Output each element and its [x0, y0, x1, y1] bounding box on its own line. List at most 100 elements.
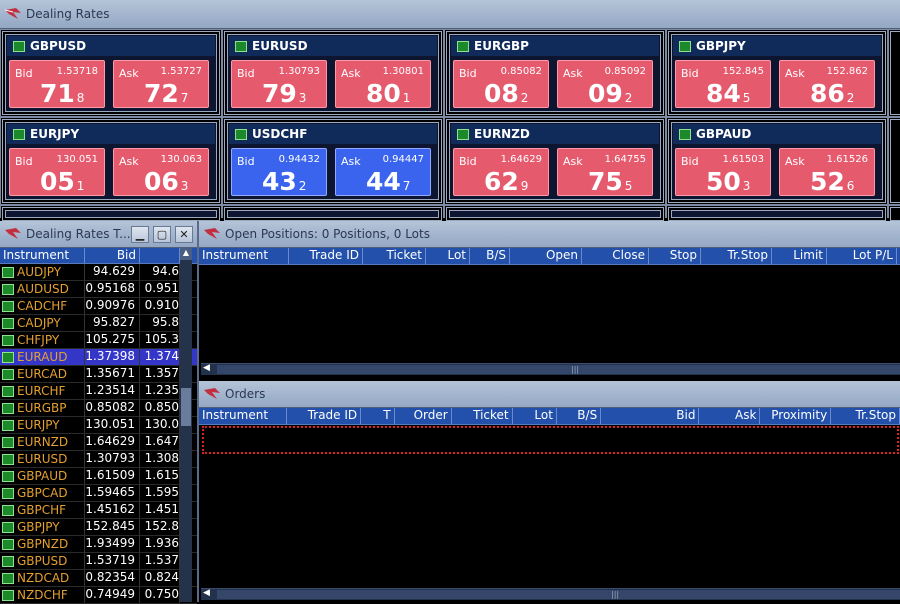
col-ask[interactable]: [140, 248, 180, 263]
column-header[interactable]: Instrument: [199, 408, 288, 424]
close-button[interactable]: ✕: [175, 225, 193, 243]
table-row[interactable]: GBPUSD 1.53719 1.537: [0, 553, 197, 570]
table-row[interactable]: AUDJPY 94.629 94.6: [0, 264, 197, 281]
ask-button[interactable]: Ask 0.85092 09 2: [557, 60, 653, 108]
column-header[interactable]: B/S: [470, 248, 510, 264]
rate-tile[interactable]: EURUSD Bid 1.30793 79 3 Ask 1.30801 80 1: [223, 30, 443, 116]
col-instrument[interactable]: Instrument: [0, 248, 85, 263]
table-row[interactable]: EURJPY 130.051 130.0: [0, 417, 197, 434]
bid-pips-small: 3: [742, 179, 751, 193]
bid-button[interactable]: Bid 1.61503 50 3: [675, 148, 771, 196]
dealing-rates-titlebar[interactable]: Dealing Rates: [0, 0, 900, 29]
column-header[interactable]: Instrument: [199, 248, 289, 264]
ask-button[interactable]: Ask 1.53727 72 7: [113, 60, 209, 108]
dealing-rates-window: Dealing Rates GBPUSD Bid 1.53718 71 8 Ask…: [0, 0, 900, 222]
rates-table-titlebar[interactable]: Dealing Rates T... ▁ ▢ ✕: [0, 221, 197, 248]
ask-button[interactable]: Ask 1.30801 80 1: [335, 60, 431, 108]
table-row[interactable]: EURNZD 1.64629 1.647: [0, 434, 197, 451]
table-row[interactable]: GBPJPY 152.845 152.8: [0, 519, 197, 536]
column-header[interactable]: T: [361, 408, 395, 424]
orders-titlebar[interactable]: Orders: [199, 381, 900, 408]
rate-tile[interactable]: EURGBP Bid 0.85082 08 2 Ask 0.85092 09 2: [445, 30, 665, 116]
rate-tile[interactable]: USDCHF Bid 0.94432 43 2 Ask 0.94447 44 7: [223, 118, 443, 204]
instrument-name: EURNZD: [17, 435, 69, 449]
bid-button[interactable]: Bid 1.53718 71 8: [9, 60, 105, 108]
instrument-flag-icon: [679, 40, 691, 52]
column-header[interactable]: Ticket: [363, 248, 426, 264]
bid-button[interactable]: Bid 0.85082 08 2: [453, 60, 549, 108]
open-positions-titlebar[interactable]: Open Positions: 0 Positions, 0 Lots: [199, 221, 900, 248]
bid-button[interactable]: Bid 0.94432 43 2: [231, 148, 327, 196]
bid-button[interactable]: Bid 1.30793 79 3: [231, 60, 327, 108]
table-row[interactable]: CHFJPY 105.275 105.3: [0, 332, 197, 349]
scroll-thumb[interactable]: [217, 365, 900, 374]
column-header[interactable]: Ticket: [452, 408, 513, 424]
table-row[interactable]: EURUSD 1.30793 1.308: [0, 451, 197, 468]
table-row[interactable]: EURCHF 1.23514 1.235: [0, 383, 197, 400]
rate-tile[interactable]: GBPJPY Bid 152.845 84 5 Ask 152.862 86 2: [667, 30, 887, 116]
ask-pips: 09 2: [588, 81, 632, 111]
ask-button[interactable]: Ask 0.94447 44 7: [335, 148, 431, 196]
scroll-left-icon[interactable]: ◀: [203, 588, 210, 598]
column-header[interactable]: B/S: [557, 408, 602, 424]
rate-tile[interactable]: GBPUSD Bid 1.53718 71 8 Ask 1.53727 72 7: [1, 30, 221, 116]
ask-button[interactable]: Ask 1.61526 52 6: [779, 148, 875, 196]
column-header[interactable]: Trade ID: [287, 408, 362, 424]
ask-cell: 1.537: [140, 553, 180, 569]
column-header[interactable]: Tr.Stop: [701, 248, 772, 264]
column-header[interactable]: Close: [582, 248, 649, 264]
column-header[interactable]: Lot: [513, 408, 557, 424]
ask-pips-small: 7: [180, 91, 189, 105]
column-header[interactable]: Open: [510, 248, 582, 264]
table-row[interactable]: GBPCHF 1.45162 1.451: [0, 502, 197, 519]
vertical-scrollbar[interactable]: ▲: [180, 248, 192, 602]
table-row[interactable]: NZDCAD 0.82354 0.824: [0, 570, 197, 587]
rate-tile[interactable]: EURJPY Bid 130.051 05 1 Ask 130.063 06 3: [1, 118, 221, 204]
ask-button[interactable]: Ask 1.64755 75 5: [557, 148, 653, 196]
table-row[interactable]: AUDUSD 0.95168 0.951: [0, 281, 197, 298]
column-header[interactable]: Bid: [601, 408, 700, 424]
rate-tile[interactable]: GBPAUD Bid 1.61503 50 3 Ask 1.61526 52 6: [667, 118, 887, 204]
minimize-button[interactable]: ▁: [131, 225, 149, 243]
table-row[interactable]: EURAUD 1.37398 1.374: [0, 349, 197, 366]
ask-button[interactable]: Ask 152.862 86 2: [779, 60, 875, 108]
column-header[interactable]: Order: [395, 408, 452, 424]
rates-table-body: AUDJPY 94.629 94.6 AUDUSD 0.95168 0.951 CADCHF…: [0, 264, 197, 604]
scroll-left-icon[interactable]: ◀: [203, 363, 210, 373]
table-row[interactable]: EURGBP 0.85082 0.850: [0, 400, 197, 417]
table-row[interactable]: GBPCAD 1.59465 1.595: [0, 485, 197, 502]
column-header[interactable]: Ask: [699, 408, 761, 424]
column-header[interactable]: Limit: [772, 248, 827, 264]
column-header[interactable]: Lot: [426, 248, 470, 264]
scroll-thumb[interactable]: [217, 590, 900, 599]
column-header[interactable]: Proximity: [760, 408, 832, 424]
scroll-thumb[interactable]: [181, 388, 191, 426]
table-row[interactable]: CADCHF 0.90976 0.910: [0, 298, 197, 315]
table-row[interactable]: EURCAD 1.35671 1.357: [0, 366, 197, 383]
tile-frame: [5, 210, 217, 218]
column-header[interactable]: Trade ID: [289, 248, 363, 264]
column-header[interactable]: Tr.Stop: [831, 408, 900, 424]
table-row[interactable]: CADJPY 95.827 95.8: [0, 315, 197, 332]
table-row[interactable]: GBPAUD 1.61509 1.615: [0, 468, 197, 485]
maximize-button[interactable]: ▢: [153, 225, 171, 243]
column-header[interactable]: Lot P/L: [827, 248, 897, 264]
bid-pips-small: 3: [298, 91, 307, 105]
horizontal-scrollbar[interactable]: ◀ |||: [201, 588, 900, 600]
col-bid[interactable]: Bid: [85, 248, 140, 263]
instrument-flag-icon: [457, 128, 469, 140]
rate-tile[interactable]: EURNZD Bid 1.64629 62 9 Ask 1.64755 75 5: [445, 118, 665, 204]
orders-drop-target[interactable]: [202, 426, 899, 454]
horizontal-scrollbar[interactable]: ◀ |||: [201, 363, 900, 375]
column-header[interactable]: Stop: [649, 248, 701, 264]
scroll-up-icon[interactable]: ▲: [180, 248, 192, 260]
bid-cell: 1.37398: [85, 349, 140, 365]
bid-pips-small: 8: [76, 91, 85, 105]
table-row[interactable]: NZDCHF 0.74949 0.750: [0, 587, 197, 604]
ask-price: 130.063: [160, 154, 202, 165]
bid-button[interactable]: Bid 130.051 05 1: [9, 148, 105, 196]
ask-button[interactable]: Ask 130.063 06 3: [113, 148, 209, 196]
table-row[interactable]: GBPNZD 1.93499 1.936: [0, 536, 197, 553]
bid-button[interactable]: Bid 152.845 84 5: [675, 60, 771, 108]
bid-button[interactable]: Bid 1.64629 62 9: [453, 148, 549, 196]
